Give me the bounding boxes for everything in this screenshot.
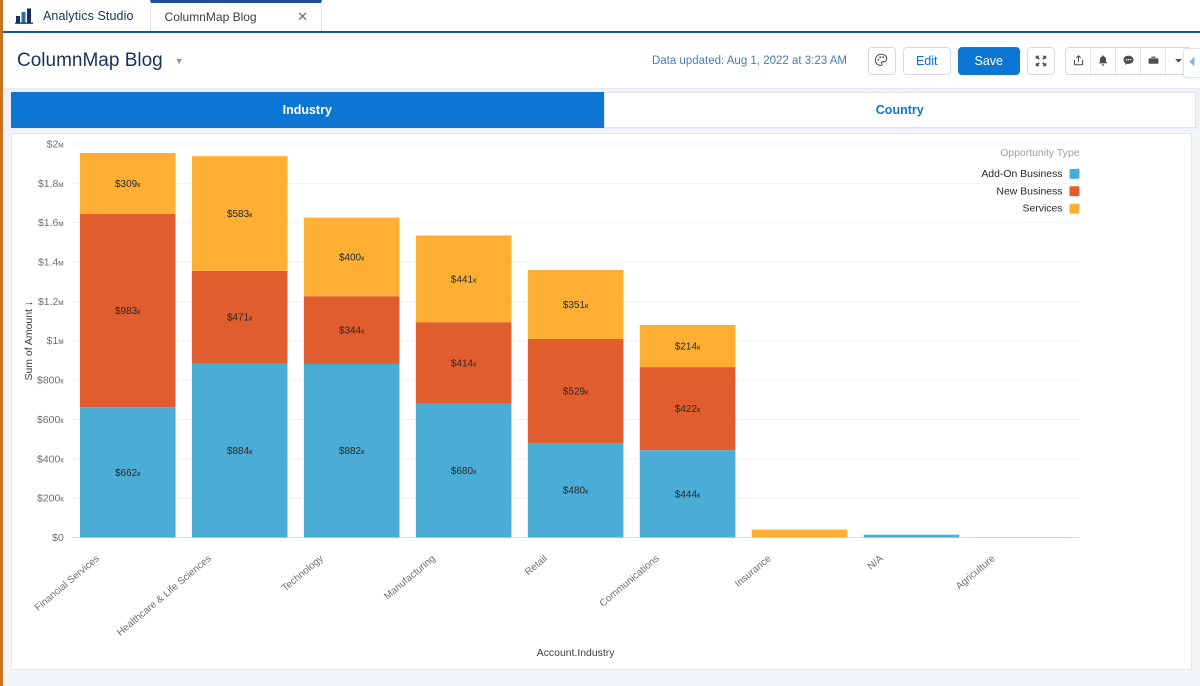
legend-swatch[interactable] bbox=[1069, 186, 1080, 197]
chart-y-axis-title: Sum of Amount ↓ bbox=[24, 301, 35, 381]
share-icon[interactable] bbox=[1066, 47, 1091, 74]
palette-icon-button[interactable] bbox=[867, 46, 896, 75]
y-tick-label: $1.2м bbox=[38, 297, 64, 308]
y-tick-label: $1.8м bbox=[38, 179, 64, 190]
legend-swatch[interactable] bbox=[1069, 168, 1080, 179]
y-tick-label: $1м bbox=[47, 336, 64, 347]
x-tick-label: Insurance bbox=[733, 553, 774, 590]
bell-icon[interactable] bbox=[1091, 47, 1116, 74]
bar-value-label: $480к bbox=[563, 486, 589, 497]
x-tick-label: Retail bbox=[523, 553, 550, 578]
bar-segment[interactable] bbox=[863, 534, 960, 538]
bar-value-label: $214к bbox=[675, 342, 701, 353]
y-tick-label: $0 bbox=[52, 533, 64, 544]
palette-icon bbox=[874, 53, 889, 68]
legend-label[interactable]: Services bbox=[1023, 204, 1063, 215]
app-brand[interactable]: Analytics Studio bbox=[3, 0, 150, 31]
bar-value-label: $351к bbox=[563, 300, 589, 311]
bar-value-label: $983к bbox=[115, 306, 141, 317]
stacked-bar-chart[interactable]: $0 $200к $400к $600к $800к $1м $1.2м $1.4м $1.6м… bbox=[12, 134, 1191, 669]
bar-value-label: $680к bbox=[451, 466, 477, 477]
document-tab[interactable]: ColumnMap Blog ✕ bbox=[149, 0, 322, 31]
view-tab-strip: Industry Country bbox=[3, 89, 1200, 131]
data-updated-label: Data updated: Aug 1, 2022 at 3:23 AM bbox=[651, 54, 847, 67]
x-tick-label: Healthcare & Life Sciences bbox=[115, 553, 214, 638]
analytics-studio-window: Analytics Studio ColumnMap Blog ✕ Column… bbox=[0, 0, 1200, 686]
y-tick-label: $600к bbox=[37, 415, 64, 426]
page-title: ColumnMap Blog bbox=[17, 49, 163, 71]
tab-country[interactable]: Country bbox=[603, 91, 1196, 128]
y-tick-label: $2м bbox=[47, 139, 64, 150]
bar-value-label: $882к bbox=[339, 446, 365, 457]
document-tab-label: ColumnMap Blog bbox=[164, 10, 257, 24]
bar-value-label: $471к bbox=[227, 313, 253, 324]
close-icon[interactable]: ✕ bbox=[295, 9, 311, 25]
fullscreen-button[interactable] bbox=[1027, 46, 1055, 75]
edit-button[interactable]: Edit bbox=[902, 46, 951, 75]
chart-y-axis-ticks: $0 $200к $400к $600к $800к $1м $1.2м $1.4м $1.6м… bbox=[37, 139, 64, 544]
bar-value-label: $441к bbox=[451, 274, 477, 285]
panel-collapse-button[interactable] bbox=[1183, 48, 1200, 78]
chart-x-axis-ticks: Financial Services Healthcare & Life Scie… bbox=[33, 553, 998, 639]
chart-legend[interactable]: Opportunity Type Add-On Business New Busin… bbox=[981, 148, 1079, 215]
bar-segment[interactable] bbox=[751, 529, 848, 538]
chevron-down-icon[interactable]: ▼ bbox=[175, 56, 184, 66]
bar-value-label: $400к bbox=[339, 252, 365, 263]
expand-icon bbox=[1034, 54, 1048, 68]
browser-tab-bar: Analytics Studio ColumnMap Blog ✕ bbox=[3, 0, 1200, 33]
x-tick-label: Technology bbox=[280, 553, 326, 594]
x-tick-label: Manufacturing bbox=[382, 553, 437, 602]
bar-value-label: $662к bbox=[115, 468, 141, 479]
bar-value-label: $884к bbox=[227, 446, 253, 457]
x-tick-label: Agriculture bbox=[954, 553, 998, 592]
app-brand-label: Analytics Studio bbox=[43, 8, 134, 23]
tab-industry[interactable]: Industry bbox=[11, 91, 604, 128]
y-tick-label: $200к bbox=[37, 494, 64, 505]
legend-swatch[interactable] bbox=[1069, 203, 1080, 214]
chat-icon[interactable] bbox=[1116, 47, 1141, 74]
bar-value-label: $422к bbox=[675, 404, 701, 415]
legend-label[interactable]: New Business bbox=[996, 186, 1062, 197]
bar-chart-logo-icon bbox=[15, 7, 34, 24]
chart-x-axis-title: Account.Industry bbox=[537, 648, 616, 659]
legend-title: Opportunity Type bbox=[1000, 148, 1079, 159]
dashboard-header: ColumnMap Blog ▼ Data updated: Aug 1, 20… bbox=[3, 33, 1200, 89]
save-button[interactable]: Save bbox=[957, 46, 1020, 75]
legend-label[interactable]: Add-On Business bbox=[981, 169, 1062, 180]
header-icon-group bbox=[1065, 46, 1192, 75]
chart-card: $0 $200к $400к $600к $800к $1м $1.2м $1.4м $1.6м… bbox=[11, 133, 1192, 670]
x-tick-label: Communications bbox=[598, 553, 662, 609]
y-tick-label: $1.6м bbox=[38, 218, 64, 229]
bar-value-label: $583к bbox=[227, 209, 253, 220]
briefcase-icon[interactable] bbox=[1141, 47, 1166, 74]
y-tick-label: $1.4м bbox=[38, 258, 64, 269]
bar-value-label: $344к bbox=[339, 326, 365, 337]
bar-value-label: $444к bbox=[675, 489, 701, 500]
bar-value-label: $309к bbox=[115, 179, 141, 190]
bar-value-label: $414к bbox=[451, 358, 477, 369]
chevron-left-icon bbox=[1188, 54, 1196, 72]
bar-value-label: $529к bbox=[563, 386, 589, 397]
y-tick-label: $800к bbox=[37, 376, 64, 387]
x-tick-label: N/A bbox=[866, 553, 886, 572]
y-tick-label: $400к bbox=[37, 454, 64, 465]
x-tick-label: Financial Services bbox=[33, 553, 102, 613]
